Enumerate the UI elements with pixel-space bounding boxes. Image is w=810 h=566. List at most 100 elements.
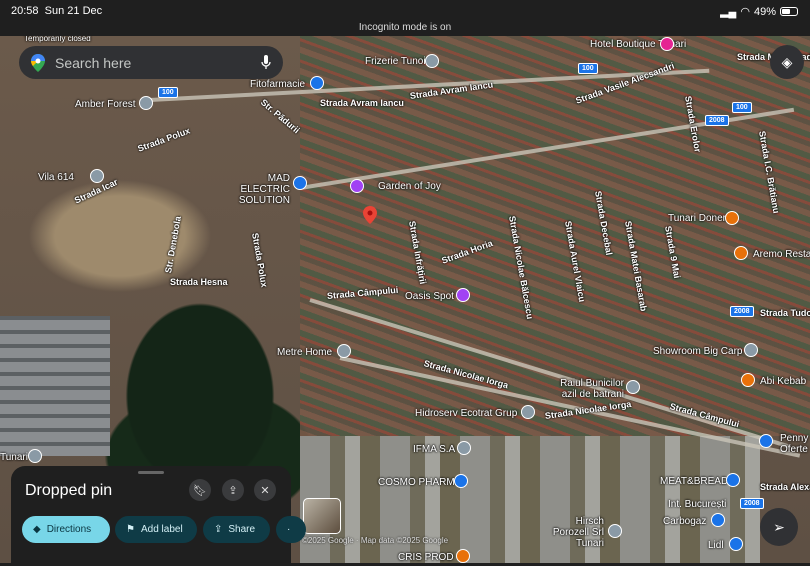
place-label[interactable]: Int. București: [668, 499, 726, 510]
place-label[interactable]: Vila 614: [38, 172, 74, 183]
place-sheet: Dropped pin 🔖︎ ⇪ ✕ ◆ Directions ⚑ Add labe…: [11, 466, 306, 566]
navigation-arrow-icon: ➢: [773, 518, 785, 535]
copyright: ©2025 Google · Map data ©2025 Google: [302, 536, 449, 545]
street-view-thumbnail[interactable]: [303, 498, 341, 534]
street-label: Strada Tudor: [760, 308, 810, 318]
place-label[interactable]: Penny Oferte: [780, 433, 810, 455]
place-label[interactable]: Abi Kebab: [760, 376, 806, 387]
restaurant-icon[interactable]: [734, 246, 748, 260]
share-button[interactable]: ⇪ Share: [203, 516, 270, 543]
park-icon[interactable]: [350, 179, 364, 193]
store-icon[interactable]: [726, 473, 740, 487]
place-title: Dropped pin: [25, 482, 113, 499]
battery-percent: 49%: [753, 5, 776, 18]
place-label[interactable]: MAD ELECTRIC SOLUTION: [222, 173, 290, 206]
place-pin-icon[interactable]: [608, 524, 622, 538]
park-icon[interactable]: [456, 288, 470, 302]
signal-icon: ▂▄: [720, 6, 737, 18]
close-button[interactable]: ✕: [254, 479, 276, 501]
close-icon: ✕: [260, 484, 270, 497]
more-icon: ·: [287, 524, 291, 535]
wifi-icon: ◠: [740, 6, 750, 18]
road-shield: 2008: [730, 306, 754, 317]
search-input[interactable]: Search here: [55, 55, 261, 71]
parking-lot: [0, 316, 110, 456]
navigate-button[interactable]: ➢: [760, 508, 798, 546]
street-label: Str. Denebola: [163, 215, 183, 274]
share-icon-button[interactable]: ⇪: [222, 479, 244, 501]
more-actions-button[interactable]: ·: [276, 516, 306, 543]
place-label[interactable]: Tunari: [0, 452, 28, 463]
add-label-label: Add label: [140, 524, 183, 535]
place-label[interactable]: Aremo Resta: [753, 249, 810, 260]
status-time: 20:58 Sun 21 Dec: [11, 5, 103, 17]
place-label[interactable]: Garden of Joy: [378, 181, 441, 192]
shopping-cart-icon[interactable]: [759, 434, 773, 448]
road-shield: 2008: [740, 498, 764, 509]
incognito-banner: Incognito mode is on: [358, 22, 452, 33]
place-label[interactable]: CRIS PROD: [398, 552, 454, 563]
store-icon[interactable]: [293, 176, 307, 190]
place-label[interactable]: Raiul Bunicilor azil de batrani: [556, 378, 624, 400]
save-button[interactable]: 🔖︎: [189, 479, 211, 501]
street-label: Strada Avram Iancu: [320, 98, 404, 108]
pharmacy-icon[interactable]: [310, 76, 324, 90]
place-label[interactable]: Hidroserv Ecotrat Grup: [415, 408, 517, 419]
street-label: Str. Pădurii: [258, 97, 302, 136]
status-bar: 20:58 Sun 21 Dec ▂▄ ◠ 49% Incognito mode…: [0, 0, 810, 36]
place-pin-icon[interactable]: [28, 449, 42, 463]
dropped-pin-icon[interactable]: [363, 206, 377, 224]
road-shield: 100: [578, 63, 598, 74]
place-label[interactable]: Hirsch Porozell Srl Tunari: [538, 516, 604, 549]
place-label[interactable]: Temporarily closed: [24, 36, 91, 44]
bookmark-icon: 🔖︎: [193, 484, 207, 497]
place-pin-icon[interactable]: [139, 96, 153, 110]
shopping-cart-icon[interactable]: [729, 537, 743, 551]
place-label[interactable]: Tunari Doner: [668, 213, 726, 224]
place-pin-icon[interactable]: [521, 405, 535, 419]
place-label[interactable]: Showroom Big Carp: [653, 346, 742, 357]
street-label: Strada Polux: [136, 125, 192, 154]
road-shield: 100: [732, 102, 752, 113]
place-label[interactable]: Carbogaz: [663, 516, 706, 527]
directions-label: Directions: [46, 524, 92, 535]
place-pin-icon[interactable]: [744, 343, 758, 357]
battery-icon: [780, 7, 798, 16]
place-label[interactable]: Frizerie Tunoi: [365, 56, 426, 67]
street-label: Strada Polux: [250, 232, 270, 289]
pharmacy-icon[interactable]: [454, 474, 468, 488]
place-label[interactable]: IFMA S.A: [413, 444, 455, 455]
place-pin-icon[interactable]: [457, 441, 471, 455]
place-label[interactable]: Fitofarmacie: [250, 79, 305, 90]
hotel-icon[interactable]: [660, 37, 674, 51]
drag-handle[interactable]: [138, 471, 164, 474]
search-bar[interactable]: Search here: [19, 46, 283, 79]
directions-button[interactable]: ◆ Directions: [22, 516, 110, 543]
restaurant-icon[interactable]: [725, 211, 739, 225]
add-label-button[interactable]: ⚑ Add label: [115, 516, 197, 543]
layers-icon: ◈: [781, 53, 793, 70]
store-icon[interactable]: [711, 513, 725, 527]
share-icon: ⇪: [228, 484, 238, 497]
place-label[interactable]: Amber Forest: [75, 99, 136, 110]
place-pin-icon[interactable]: [90, 169, 104, 183]
status-icons: ▂▄ ◠ 49%: [720, 5, 798, 18]
place-label[interactable]: Metre Home: [277, 347, 332, 358]
microphone-icon[interactable]: [261, 55, 271, 70]
place-label[interactable]: COSMO PHARM: [378, 477, 455, 488]
street-label: Strada Hesna: [170, 277, 228, 287]
street-label: Strada Alexa: [760, 482, 810, 492]
place-pin-icon[interactable]: [337, 344, 351, 358]
restaurant-icon[interactable]: [456, 549, 470, 563]
place-label[interactable]: Lidl: [708, 540, 724, 551]
place-label[interactable]: MEAT&BREAD: [660, 476, 728, 487]
road-shield: 2008: [705, 115, 729, 126]
road-shield: 100: [158, 87, 178, 98]
place-pin-icon[interactable]: [425, 54, 439, 68]
place-label[interactable]: Oasis Spot: [405, 291, 454, 302]
restaurant-icon[interactable]: [741, 373, 755, 387]
google-maps-logo-icon: [31, 53, 45, 72]
directions-icon: ◆: [33, 524, 41, 535]
place-pin-icon[interactable]: [626, 380, 640, 394]
layers-button[interactable]: ◈: [770, 45, 804, 79]
